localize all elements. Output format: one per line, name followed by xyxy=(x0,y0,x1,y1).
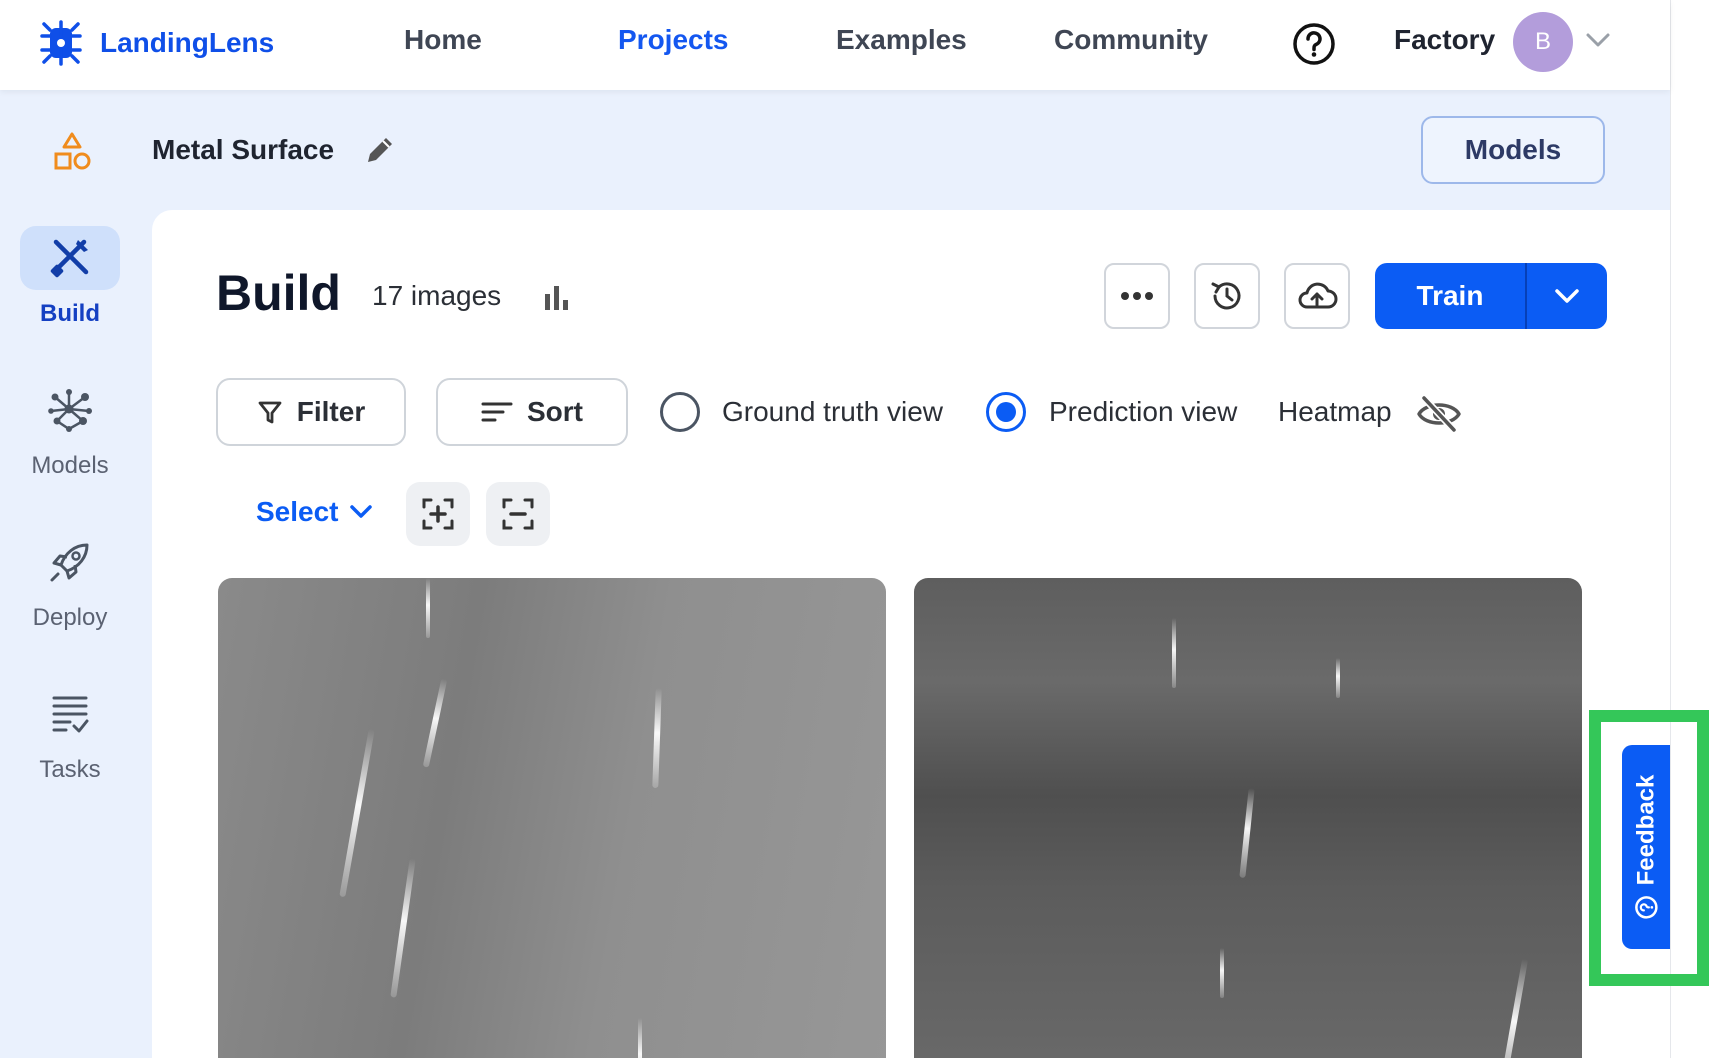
nav-projects[interactable]: Projects xyxy=(618,24,729,56)
app-logo[interactable]: LandingLens xyxy=(36,18,274,68)
landinglens-logo-icon xyxy=(40,20,82,66)
image-thumbnail[interactable] xyxy=(218,578,886,1058)
filter-label: Filter xyxy=(296,396,366,427)
defect-streak xyxy=(390,858,416,998)
defect-streak xyxy=(426,578,430,638)
sidebar-icon-wrap xyxy=(20,226,120,290)
tools-icon xyxy=(50,239,89,278)
cloud-upload-icon xyxy=(1298,282,1338,309)
more-options-button[interactable] xyxy=(1104,263,1170,329)
rocket-icon xyxy=(50,543,89,582)
defect-streak xyxy=(1220,948,1224,998)
prediction-label[interactable]: Prediction view xyxy=(1049,396,1237,428)
filter-button[interactable]: Filter xyxy=(216,378,406,446)
history-icon xyxy=(1211,282,1241,310)
nav-community[interactable]: Community xyxy=(1054,24,1208,56)
nav-home[interactable]: Home xyxy=(404,24,482,56)
sort-button[interactable]: Sort xyxy=(436,378,628,446)
heatmap-label: Heatmap xyxy=(1278,396,1392,427)
feedback-content: Feedback xyxy=(1632,775,1660,920)
network-icon xyxy=(48,389,92,432)
feedback-icon xyxy=(1634,896,1658,919)
build-panel: Build 17 images Train Filter Sort Ground… xyxy=(152,210,1670,1058)
sidebar-item-models[interactable]: Models xyxy=(20,378,120,480)
defect-streak xyxy=(1239,787,1255,879)
select-add-icon xyxy=(422,498,454,530)
sidebar-label: Deploy xyxy=(32,604,108,631)
top-nav: LandingLens Home Projects Examples Commu… xyxy=(0,0,1670,90)
sidebar-label: Build xyxy=(40,300,100,327)
select-label: Select xyxy=(256,496,339,527)
help-icon[interactable] xyxy=(1292,22,1336,66)
org-name[interactable]: Factory xyxy=(1394,24,1495,56)
sidebar-label: Tasks xyxy=(39,756,101,783)
sidebar-icon-wrap xyxy=(20,378,120,442)
sidebar-label: Models xyxy=(31,452,109,479)
checklist-icon xyxy=(52,696,89,733)
feedback-label: Feedback xyxy=(1632,774,1659,886)
select-remove-icon xyxy=(502,498,534,530)
eye-off-icon[interactable] xyxy=(1416,394,1462,434)
prediction-radio[interactable] xyxy=(986,392,1026,432)
feedback-button[interactable]: Feedback xyxy=(1622,745,1670,949)
ground-truth-label[interactable]: Ground truth view xyxy=(722,396,943,428)
chevron-down-icon[interactable] xyxy=(1585,30,1611,50)
chevron-down-icon xyxy=(349,505,372,518)
history-button[interactable] xyxy=(1194,263,1260,329)
sidebar-item-build[interactable]: Build xyxy=(20,226,120,328)
sort-icon xyxy=(481,402,513,422)
sidebar-icon-wrap xyxy=(20,530,120,594)
chevron-down-icon xyxy=(1555,289,1579,303)
avatar[interactable]: B xyxy=(1513,12,1573,72)
filter-icon xyxy=(258,401,282,424)
pencil-icon[interactable] xyxy=(362,132,398,168)
defect-streak xyxy=(652,687,662,789)
defect-streak xyxy=(1336,658,1340,698)
defect-streak xyxy=(638,1018,642,1058)
defect-streak xyxy=(1497,958,1529,1058)
sidebar-item-deploy[interactable]: Deploy xyxy=(20,530,120,632)
train-button[interactable]: Train xyxy=(1375,263,1607,329)
nav-examples[interactable]: Examples xyxy=(836,24,967,56)
avatar-initial: B xyxy=(1534,28,1551,55)
ground-truth-radio[interactable] xyxy=(660,392,700,432)
bar-chart-icon[interactable] xyxy=(540,280,574,314)
shapes-icon xyxy=(54,132,91,170)
models-button[interactable]: Models xyxy=(1421,116,1605,184)
page-title: Build xyxy=(216,265,341,321)
select-dropdown[interactable]: Select xyxy=(256,496,373,528)
project-title: Metal Surface xyxy=(152,134,335,165)
defect-streak xyxy=(339,728,375,898)
image-count: 17 images xyxy=(372,280,502,311)
deselect-all-button[interactable] xyxy=(486,482,550,546)
sort-label: Sort xyxy=(527,396,583,427)
sidebar-item-tasks[interactable]: Tasks xyxy=(20,682,120,784)
more-horizontal-icon xyxy=(1121,292,1153,300)
defect-streak xyxy=(422,678,448,768)
image-thumbnail[interactable] xyxy=(914,578,1582,1058)
select-all-button[interactable] xyxy=(406,482,470,546)
sidebar-icon-wrap xyxy=(20,682,120,746)
upload-button[interactable] xyxy=(1284,263,1350,329)
train-options-button[interactable] xyxy=(1525,263,1607,329)
app-name: LandingLens xyxy=(100,27,275,58)
defect-streak xyxy=(1172,618,1176,688)
train-button-label[interactable]: Train xyxy=(1375,263,1525,329)
